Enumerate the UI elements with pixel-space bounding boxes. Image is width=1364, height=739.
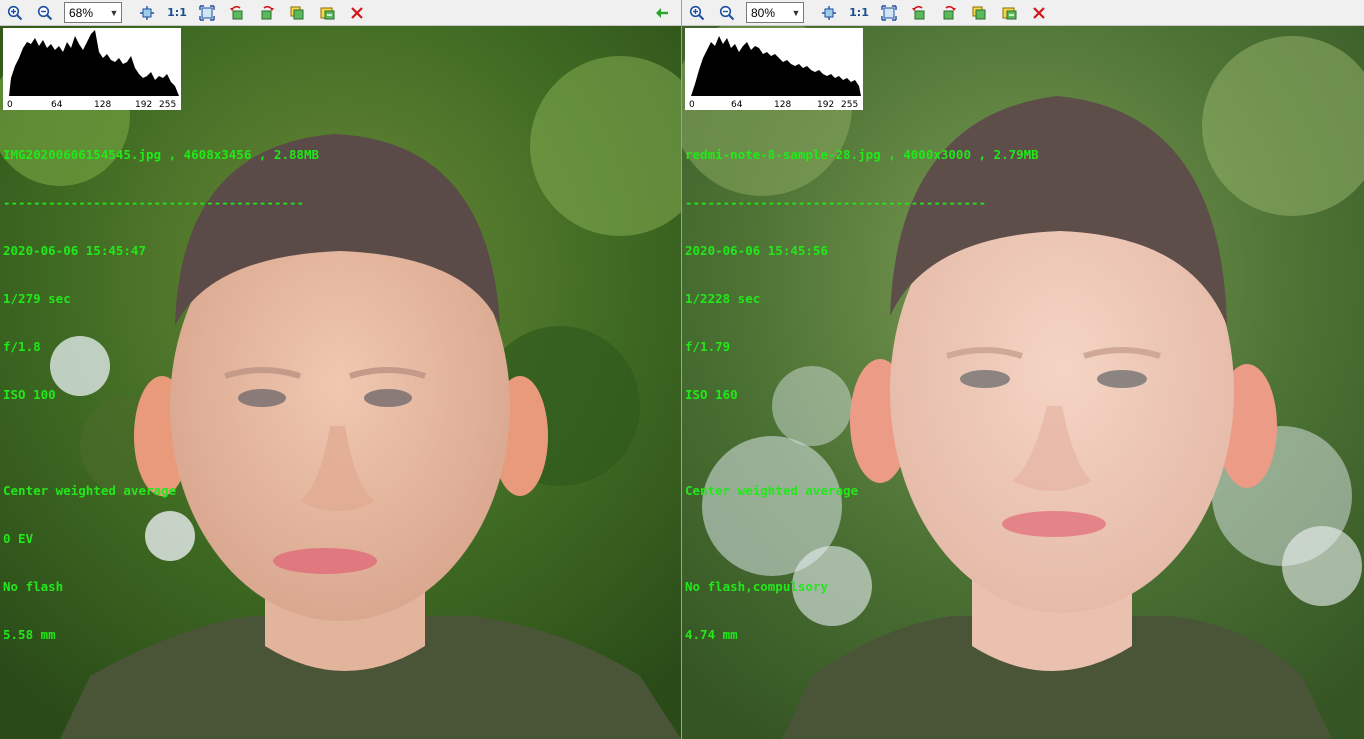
flash-value: No flash,compulsory — [685, 579, 828, 594]
save-image-button[interactable] — [996, 2, 1022, 24]
shutter-value: 1/279 sec — [3, 291, 71, 306]
histogram-axis: 0 64 128 192 255 — [3, 98, 181, 110]
fit-window-icon — [881, 4, 897, 21]
iso-value: ISO 160 — [685, 387, 738, 402]
left-exif-info: IMG20200606154545.jpg , 4608x3456 , 2.88… — [3, 115, 319, 675]
rotate-left-button[interactable] — [224, 2, 250, 24]
one-to-one-label: 1:1 — [849, 6, 869, 19]
histogram-tick: 64 — [51, 100, 63, 110]
save-image-button[interactable] — [314, 2, 340, 24]
focal-length-value: 5.58 mm — [3, 627, 56, 642]
chevron-down-icon: ▼ — [788, 3, 803, 22]
zoom-in-button[interactable] — [2, 2, 28, 24]
iso-value: ISO 100 — [3, 387, 56, 402]
copy-image-icon — [971, 5, 987, 21]
right-toolbar: 80% ▼ 1:1 — [682, 0, 1364, 26]
fit-width-button[interactable] — [134, 2, 160, 24]
fit-width-button[interactable] — [816, 2, 842, 24]
close-button[interactable] — [344, 2, 370, 24]
fit-window-button[interactable] — [194, 2, 220, 24]
copy-image-button[interactable] — [284, 2, 310, 24]
left-image-pane: 68% ▼ 1:1 0 64 128 192 255 IMG2020060615… — [0, 0, 681, 739]
right-image-pane: 80% ▼ 1:1 0 64 128 192 255 redmi-note-8-… — [682, 0, 1364, 739]
right-exif-info: redmi-note-8-sample-28.jpg , 4000x3000 ,… — [685, 115, 1039, 675]
histogram-tick: 0 — [7, 100, 13, 110]
histogram-tick: 64 — [731, 100, 743, 110]
zoom-in-icon — [7, 5, 23, 21]
rotate-left-button[interactable] — [906, 2, 932, 24]
zoom-dropdown[interactable]: 68% ▼ — [64, 2, 122, 23]
zoom-out-button[interactable] — [32, 2, 58, 24]
back-button[interactable] — [649, 2, 675, 24]
copy-image-button[interactable] — [966, 2, 992, 24]
left-toolbar: 68% ▼ 1:1 — [0, 0, 681, 26]
flash-value: No flash — [3, 579, 64, 594]
one-to-one-label: 1:1 — [167, 6, 187, 19]
aperture-value: f/1.8 — [3, 339, 41, 354]
metering-value: Center weighted average — [3, 483, 177, 498]
aperture-value: f/1.79 — [685, 339, 731, 354]
datetime-value: 2020-06-06 15:45:56 — [685, 243, 828, 258]
fit-window-button[interactable] — [876, 2, 902, 24]
rotate-right-icon — [941, 5, 957, 21]
fit-width-icon — [821, 5, 837, 21]
fit-width-icon — [139, 5, 155, 21]
copy-image-icon — [289, 5, 305, 21]
metering-value: Center weighted average — [685, 483, 859, 498]
close-icon — [350, 6, 364, 20]
save-image-icon — [1001, 5, 1017, 21]
focal-length-value: 4.74 mm — [685, 627, 738, 642]
separator-line: ---------------------------------------- — [3, 195, 305, 210]
close-button[interactable] — [1026, 2, 1052, 24]
file-info-line: IMG20200606154545.jpg , 4608x3456 , 2.88… — [3, 147, 320, 162]
histogram-tick: 128 — [94, 100, 112, 110]
histogram-tick: 192 — [135, 100, 153, 110]
zoom-out-button[interactable] — [714, 2, 740, 24]
one-to-one-button[interactable]: 1:1 — [846, 2, 872, 24]
zoom-out-icon — [719, 5, 735, 21]
image-compare-window: 68% ▼ 1:1 0 64 128 192 255 IMG2020060615… — [0, 0, 1364, 739]
rotate-right-icon — [259, 5, 275, 21]
exposure-bias-value: 0 EV — [3, 531, 34, 546]
rotate-right-button[interactable] — [936, 2, 962, 24]
separator-line: ---------------------------------------- — [685, 195, 987, 210]
rotate-right-button[interactable] — [254, 2, 280, 24]
zoom-value: 68% — [69, 5, 94, 20]
zoom-in-icon — [689, 5, 705, 21]
zoom-value: 80% — [751, 5, 776, 20]
zoom-out-icon — [37, 5, 53, 21]
rotate-left-icon — [911, 5, 927, 21]
histogram-axis: 0 64 128 192 255 — [685, 98, 863, 110]
right-histogram: 0 64 128 192 255 — [685, 28, 863, 110]
datetime-value: 2020-06-06 15:45:47 — [3, 243, 146, 258]
shutter-value: 1/2228 sec — [685, 291, 761, 306]
rotate-left-icon — [229, 5, 245, 21]
histogram-tick: 255 — [159, 100, 177, 110]
left-histogram: 0 64 128 192 255 — [3, 28, 181, 110]
histogram-tick: 192 — [817, 100, 835, 110]
close-icon — [1032, 6, 1046, 20]
save-image-icon — [319, 5, 335, 21]
file-info-line: redmi-note-8-sample-28.jpg , 4000x3000 ,… — [685, 147, 1039, 162]
chevron-down-icon: ▼ — [106, 3, 121, 22]
fit-window-icon — [199, 4, 215, 21]
zoom-in-button[interactable] — [684, 2, 710, 24]
back-arrow-icon — [655, 7, 669, 19]
histogram-tick: 255 — [841, 100, 859, 110]
zoom-dropdown[interactable]: 80% ▼ — [746, 2, 804, 23]
histogram-tick: 0 — [689, 100, 695, 110]
one-to-one-button[interactable]: 1:1 — [164, 2, 190, 24]
histogram-tick: 128 — [774, 100, 792, 110]
